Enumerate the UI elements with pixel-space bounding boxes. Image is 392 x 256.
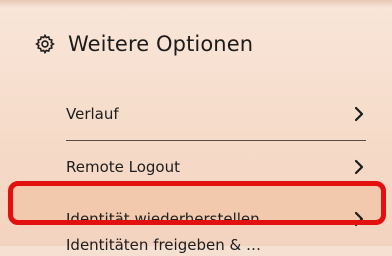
menu-item-label: Identitäten freigeben & … bbox=[66, 236, 261, 254]
menu-item-label: Remote Logout bbox=[66, 158, 181, 176]
top-divider bbox=[0, 0, 392, 8]
menu-item-partial[interactable]: Identitäten freigeben & … bbox=[66, 226, 366, 256]
highlight-frame bbox=[8, 181, 386, 225]
menu-item-verlauf[interactable]: Verlauf bbox=[66, 88, 366, 141]
menu-item-label: Verlauf bbox=[66, 105, 119, 123]
section-title: Weitere Optionen bbox=[68, 32, 254, 56]
chevron-right-icon bbox=[354, 106, 364, 122]
section-header: Weitere Optionen bbox=[34, 26, 253, 62]
gear-icon bbox=[34, 33, 56, 55]
chevron-right-icon bbox=[354, 159, 364, 175]
